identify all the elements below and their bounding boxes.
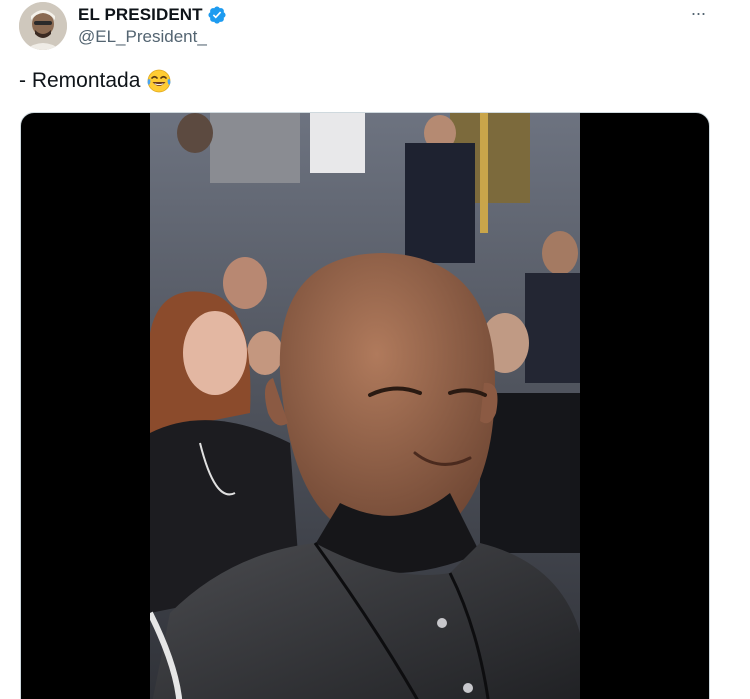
tweet-text-row: - Remontada bbox=[19, 67, 172, 95]
author-name-row: EL PRESIDENT bbox=[78, 4, 227, 26]
video-frame bbox=[150, 113, 580, 699]
author-block: EL PRESIDENT @EL_President_ bbox=[78, 4, 227, 47]
verified-badge-icon bbox=[207, 5, 227, 25]
tweet[interactable]: EL PRESIDENT @EL_President_ ··· - Remont… bbox=[0, 0, 750, 699]
tweet-video[interactable] bbox=[20, 112, 710, 699]
avatar-image bbox=[19, 2, 67, 50]
tweet-text: - Remontada bbox=[19, 69, 141, 92]
avatar[interactable] bbox=[19, 2, 67, 50]
more-options-icon[interactable]: ··· bbox=[684, 2, 712, 24]
face-with-tears-of-joy-icon bbox=[146, 68, 172, 94]
author-display-name[interactable]: EL PRESIDENT bbox=[78, 5, 203, 25]
video-still-image bbox=[150, 113, 580, 699]
author-handle[interactable]: @EL_President_ bbox=[78, 27, 227, 47]
